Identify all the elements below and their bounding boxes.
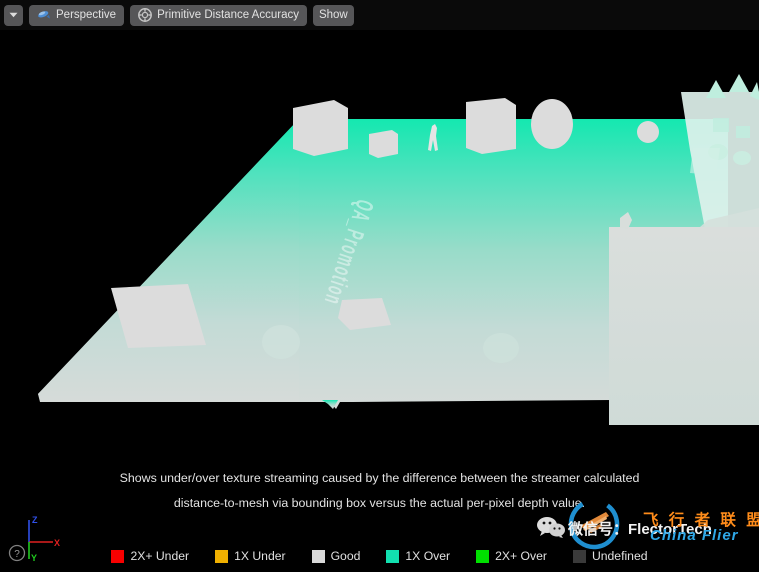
legend-label: 1X Under (234, 549, 286, 563)
legend-swatch-icon (573, 550, 586, 563)
viewport-window: Perspective Primitive Distance Accuracy … (0, 0, 759, 572)
legend-item: 1X Under (215, 549, 286, 563)
view-mode-button[interactable]: Perspective (29, 5, 124, 26)
axis-x-label: X (54, 538, 60, 548)
show-menu-button[interactable]: Show (313, 5, 354, 26)
axis-y-label: Y (31, 553, 37, 563)
legend-item: Good (312, 549, 361, 563)
legend-label: Undefined (592, 549, 648, 563)
scene-render: QA_Promotion (0, 30, 759, 572)
camera-icon (37, 9, 51, 21)
view-visualization-label: Primitive Distance Accuracy (157, 5, 299, 26)
legend-item: 1X Over (386, 549, 450, 563)
legend-swatch-icon (476, 550, 489, 563)
chevron-down-icon (9, 12, 18, 18)
legend-swatch-icon (312, 550, 325, 563)
globe-crosshair-icon (138, 8, 152, 22)
view-visualization-button[interactable]: Primitive Distance Accuracy (130, 5, 307, 26)
legend-swatch-icon (215, 550, 228, 563)
legend-item: Undefined (573, 549, 648, 563)
floor-panel-mesh (609, 208, 759, 425)
legend-label: 2X+ Over (495, 549, 547, 563)
show-menu-label: Show (319, 5, 348, 26)
legend-swatch-icon (111, 550, 124, 563)
legend-item: 2X+ Over (476, 549, 547, 563)
viewport-toolbar: Perspective Primitive Distance Accuracy … (0, 0, 759, 30)
legend-label: Good (331, 549, 361, 563)
help-label: ? (14, 549, 20, 560)
legend-bar: 2X+ Under 1X Under Good 1X Over 2X+ Over… (0, 540, 759, 572)
legend-swatch-icon (386, 550, 399, 563)
legend-label: 2X+ Under (130, 549, 189, 563)
legend-item: 2X+ Under (111, 549, 189, 563)
axis-z-label: Z (32, 515, 38, 525)
viewport-options-dropdown[interactable] (4, 5, 23, 26)
legend-label: 1X Over (405, 549, 450, 563)
axis-gizmo[interactable]: Z X Y ? (8, 512, 64, 564)
view-mode-label: Perspective (56, 5, 116, 26)
viewport-3d-canvas[interactable]: QA_Promotion (0, 30, 759, 572)
